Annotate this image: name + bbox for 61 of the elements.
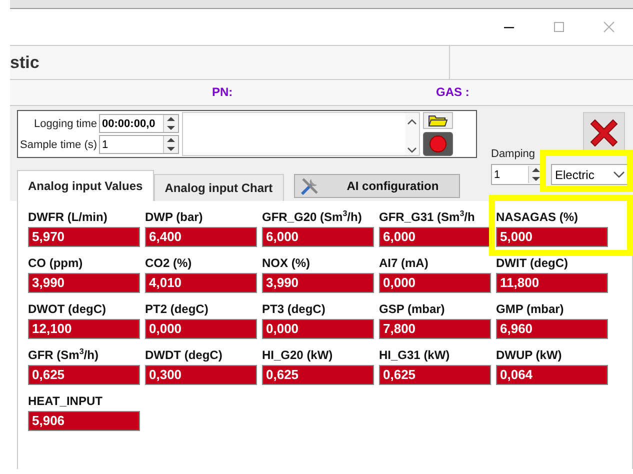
record-button[interactable] (423, 132, 454, 156)
scroll-up-icon[interactable] (407, 119, 418, 125)
reading-label: CO2 (%) (145, 255, 193, 271)
reading-value: 3,990 (28, 273, 140, 293)
time-field[interactable]: 00:00:00,0 (99, 114, 180, 133)
reading-label: HI_G31 (kW) (379, 347, 451, 363)
reading-label: DWDT (degC) (145, 347, 224, 363)
reading-value: 4,010 (145, 273, 257, 293)
reading-value: 0,625 (28, 365, 140, 385)
reading-value: 0,000 (262, 319, 374, 339)
reading-value: 6,000 (379, 227, 491, 247)
reading-label: GFR_G31 (Sm$^{3}$/h (379, 209, 476, 225)
reading-label: GFR (Sm$^{3}$/h) (28, 347, 100, 363)
reading-value: 6,960 (496, 319, 608, 339)
reading-label: DWIT (degC) (496, 255, 569, 271)
reading-label: DWP (bar) (145, 209, 204, 225)
reading-label: DWOT (degC) (28, 301, 107, 317)
reading-label: HI_G20 (kW) (262, 347, 334, 363)
reading-value: 0,625 (379, 365, 491, 385)
damping-label: Damping (491, 148, 536, 160)
reading-value: 3,990 (262, 273, 374, 293)
reading-label: GFR_G20 (Sm$^{3}$/h) (262, 209, 363, 225)
window-title: stic (10, 52, 40, 72)
reading-value: 0,625 (262, 365, 374, 385)
reading-value: 0,000 (379, 273, 491, 293)
reading-value: 6,400 (145, 227, 257, 247)
reading-value: 5,000 (496, 227, 608, 247)
reading-label: HEAT_INPUT (28, 393, 104, 409)
time-field[interactable]: 1 (99, 135, 180, 154)
reading-label: NASAGAS (%) (496, 209, 580, 225)
reading-label: DWUP (kW) (496, 347, 563, 363)
reading-value: 5,906 (28, 411, 140, 431)
reading-value: 6,000 (262, 227, 374, 247)
config-button[interactable]: AI configuration (294, 174, 460, 198)
dropdown-caret-icon (613, 170, 625, 178)
reading-label: PT3 (degC) (262, 301, 326, 317)
reading-value: 0,300 (145, 365, 257, 385)
reading-label: GSP (mbar) (379, 301, 446, 317)
open-folder-button[interactable] (423, 112, 454, 129)
tab[interactable]: Analog input Values (17, 170, 154, 201)
tab[interactable]: Analog input Chart (154, 174, 284, 201)
scroll-down-icon[interactable] (407, 147, 418, 153)
reading-label: NOX (%) (262, 255, 311, 271)
reading-value: 0,064 (496, 365, 608, 385)
mode-dropdown[interactable]: Electric (551, 164, 629, 185)
reading-value: 11,800 (496, 273, 608, 293)
pn-label: PN: (212, 85, 233, 99)
reading-value: 7,800 (379, 319, 491, 339)
gas-label: GAS : (436, 85, 470, 99)
reading-value: 5,970 (28, 227, 140, 247)
reading-value: 12,100 (28, 319, 140, 339)
field-label: Sample time (s) (20, 138, 98, 150)
reading-label: DWFR (L/min) (28, 209, 108, 225)
reading-label: PT2 (degC) (145, 301, 210, 317)
field-label: Logging time (33, 118, 98, 130)
reading-label: AI7 (mA) (379, 255, 430, 271)
reading-label: CO (ppm) (28, 255, 84, 271)
reading-label: GMP (mbar) (496, 301, 565, 317)
maximize-icon (553, 21, 565, 33)
reading-value: 0,000 (145, 319, 257, 339)
close-icon (603, 21, 615, 33)
